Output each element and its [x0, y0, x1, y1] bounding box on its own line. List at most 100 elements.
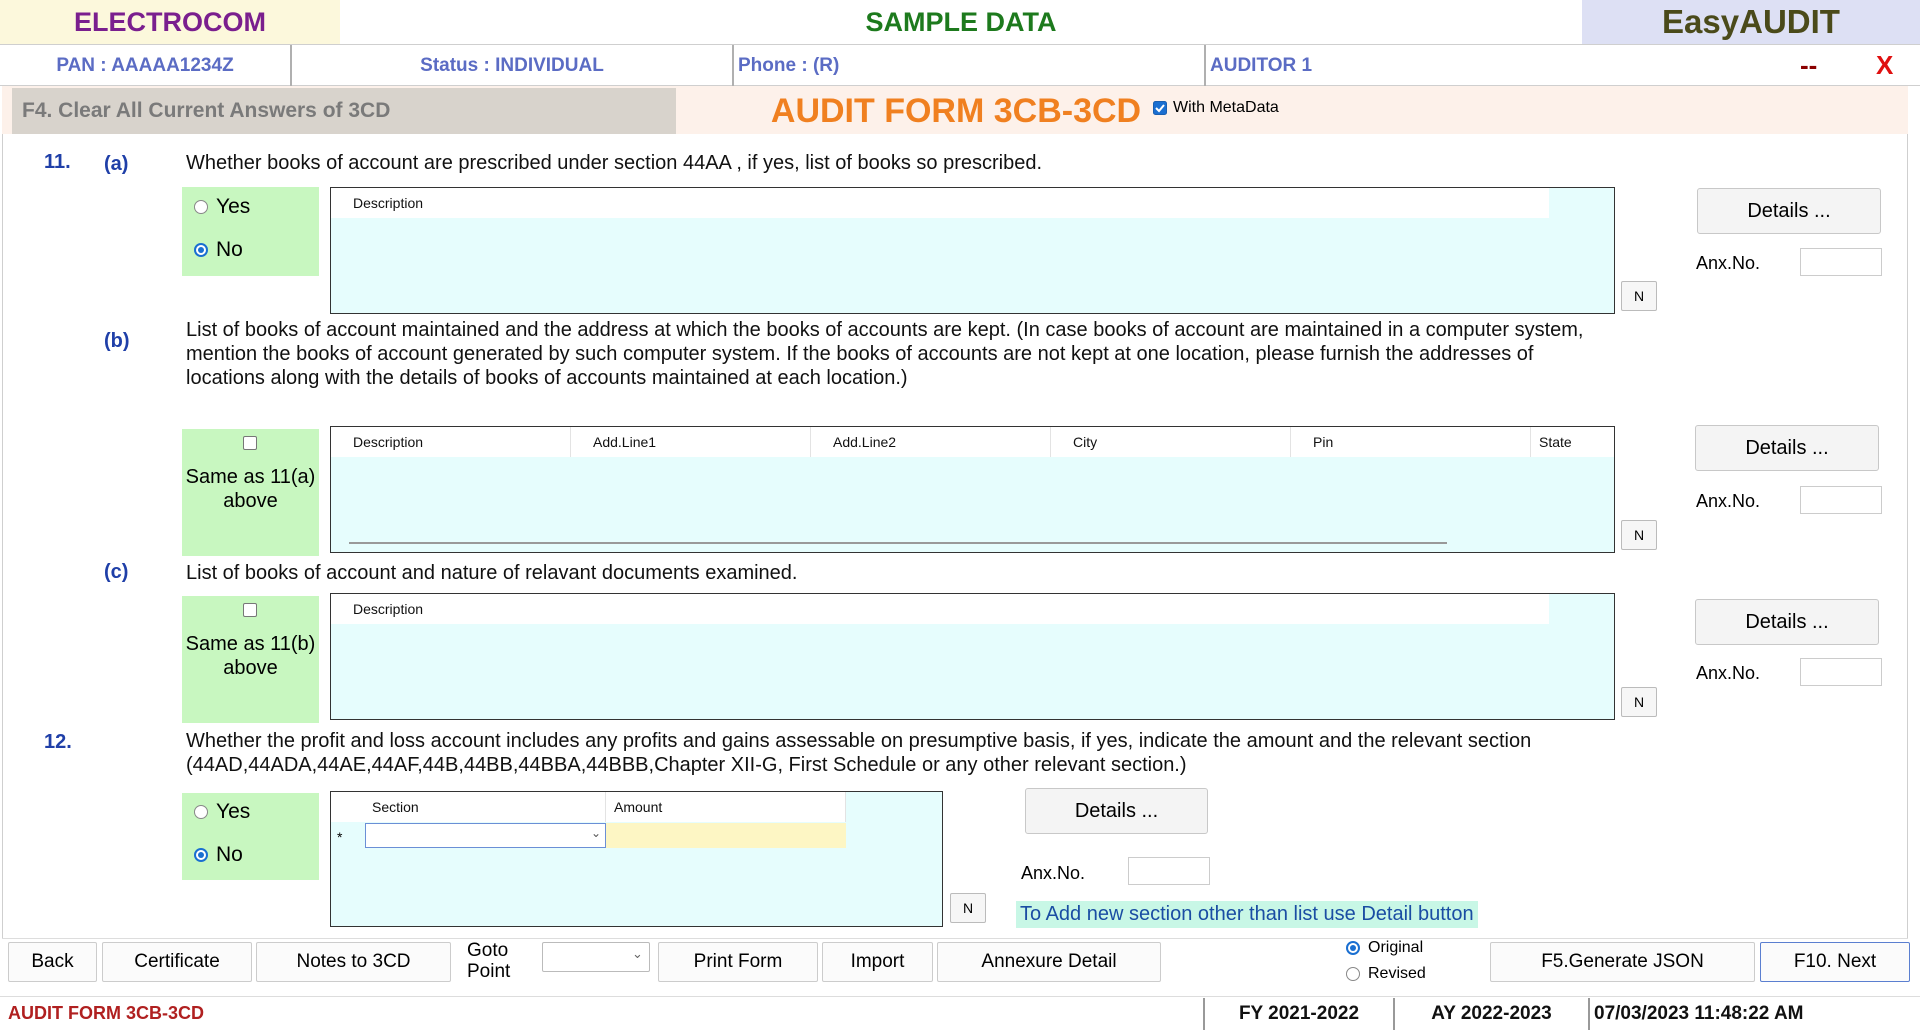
q11b-anx-label: Anx.No.	[1696, 491, 1761, 511]
minimize-button[interactable]: --	[1800, 44, 1817, 86]
q12-radio-panel: Yes No	[182, 793, 319, 880]
q11c-details-button[interactable]: Details ...	[1695, 599, 1879, 645]
q11b-same-checkbox[interactable]	[243, 436, 257, 450]
q12-no-label: No	[216, 843, 243, 866]
status-form-name: AUDIT FORM 3CB-3CD	[8, 1003, 204, 1023]
column-header: Amount	[606, 792, 846, 822]
radio-off-icon	[194, 805, 208, 819]
amount-input[interactable]	[606, 823, 846, 848]
question-number-11: 11.	[44, 151, 71, 173]
grid-header: Description Add.Line1 Add.Line2 City Pin…	[331, 427, 1614, 457]
q11b-anx-input[interactable]	[1800, 486, 1882, 514]
close-button[interactable]: X	[1876, 44, 1893, 86]
q11a-anx-input[interactable]	[1800, 248, 1882, 276]
q11c-same-label: Same as 11(b) above	[185, 633, 316, 679]
question-11c-text: List of books of account and nature of r…	[186, 562, 798, 584]
q11b-same-label: Same as 11(a) above	[185, 466, 316, 512]
question-11a-label: (a)	[104, 153, 129, 175]
sample-data-label: SAMPLE DATA	[340, 0, 1582, 44]
column-header: Add.Line2	[811, 427, 1051, 457]
certificate-button[interactable]: Certificate	[102, 942, 252, 982]
column-header: Add.Line1	[571, 427, 811, 457]
clear-answers-button[interactable]: F4. Clear All Current Answers of 3CD	[12, 88, 676, 134]
q11c-n-button[interactable]: N	[1621, 687, 1657, 717]
q11c-grid[interactable]: Description	[330, 593, 1615, 720]
chevron-down-icon: ⌄	[632, 946, 643, 961]
q12-anx-label: Anx.No.	[1021, 863, 1086, 883]
section-select[interactable]: ⌄	[365, 823, 606, 848]
annexure-detail-button[interactable]: Annexure Detail	[937, 942, 1161, 982]
status-datetime: 07/03/2023 11:48:22 AM	[1588, 998, 1913, 1030]
question-12-text: Whether the profit and loss account incl…	[186, 730, 1532, 776]
status-fy: FY 2021-2022	[1203, 998, 1393, 1030]
grid-header: Description	[331, 188, 1549, 218]
q12-grid[interactable]: Section Amount * ⌄	[330, 791, 943, 927]
goto-point-label: Goto Point	[467, 940, 511, 982]
question-11b-label: (b)	[104, 330, 130, 352]
original-label: Original	[1368, 939, 1424, 956]
radio-off-icon	[1346, 967, 1360, 981]
q11b-same-panel: Same as 11(a) above	[182, 429, 319, 556]
chevron-down-icon: ⌄	[590, 826, 601, 840]
radio-on-icon	[194, 848, 208, 862]
column-header: State	[1539, 434, 1572, 450]
metadata-label: With MetaData	[1173, 99, 1279, 116]
next-button[interactable]: F10. Next	[1760, 942, 1910, 982]
q12-anx-input[interactable]	[1128, 857, 1210, 885]
q11a-no-label: No	[216, 238, 243, 261]
q11c-same-checkbox[interactable]	[243, 603, 257, 617]
q11a-details-button[interactable]: Details ...	[1697, 188, 1881, 234]
q11c-same-panel: Same as 11(b) above	[182, 596, 319, 723]
column-header: Description	[331, 427, 571, 457]
q11a-n-button[interactable]: N	[1621, 281, 1657, 311]
radio-on-icon	[194, 243, 208, 257]
status-ay: AY 2022-2023	[1393, 998, 1588, 1030]
q12-n-button[interactable]: N	[950, 893, 986, 923]
import-button[interactable]: Import	[822, 942, 933, 982]
column-header: Description	[353, 195, 424, 211]
grid-header: Section Amount	[331, 792, 846, 822]
brand-label: ELECTROCOM	[0, 0, 340, 44]
q12-yes-label: Yes	[216, 800, 251, 823]
q12-details-button[interactable]: Details ...	[1025, 788, 1208, 834]
q11c-anx-label: Anx.No.	[1696, 663, 1761, 683]
q11b-details-button[interactable]: Details ...	[1695, 425, 1879, 471]
column-header: City	[1051, 427, 1291, 457]
question-number-12: 12.	[44, 731, 72, 753]
horizontal-scrollbar[interactable]	[349, 542, 1447, 544]
revised-radio[interactable]: Revised	[1346, 965, 1426, 983]
new-row-marker: *	[337, 829, 343, 845]
q11a-no-radio[interactable]: No	[194, 238, 243, 262]
metadata-checkbox[interactable]	[1153, 101, 1167, 115]
q12-yes-radio[interactable]: Yes	[194, 800, 250, 824]
status-field: Status : INDIVIDUAL	[292, 45, 734, 86]
q11a-yes-radio[interactable]: Yes	[194, 195, 250, 219]
product-name: EasyAUDIT	[1582, 0, 1920, 44]
grid-header: Description	[331, 594, 1549, 624]
original-radio[interactable]: Original	[1346, 939, 1423, 957]
column-header: Pin	[1291, 427, 1531, 457]
q11a-anx-label: Anx.No.	[1696, 253, 1761, 273]
radio-on-icon	[1346, 941, 1360, 955]
radio-off-icon	[194, 200, 208, 214]
client-info-bar: PAN : AAAAA1234Z Status : INDIVIDUAL Pho…	[0, 44, 1920, 86]
back-button[interactable]: Back	[8, 942, 97, 982]
notes-button[interactable]: Notes to 3CD	[256, 942, 451, 982]
question-11a-text: Whether books of account are prescribed …	[186, 152, 1043, 174]
phone-field: Phone : (R)	[734, 45, 1206, 86]
generate-json-button[interactable]: F5.Generate JSON	[1490, 942, 1755, 982]
q11b-n-button[interactable]: N	[1621, 520, 1657, 550]
column-header: Section	[331, 792, 606, 822]
add-section-hint: To Add new section other than list use D…	[1016, 901, 1478, 928]
q11b-grid[interactable]: Description Add.Line1 Add.Line2 City Pin…	[330, 426, 1615, 553]
question-11c-label: (c)	[104, 561, 129, 583]
q11a-yes-label: Yes	[216, 195, 251, 218]
q12-no-radio[interactable]: No	[194, 843, 243, 867]
q11a-grid[interactable]: Description	[330, 187, 1615, 314]
q11a-radio-panel: Yes No	[182, 187, 319, 276]
print-form-button[interactable]: Print Form	[658, 942, 818, 982]
column-header: Description	[353, 601, 424, 617]
q11c-anx-input[interactable]	[1800, 658, 1882, 686]
question-11b-text: List of books of account maintained and …	[186, 319, 1584, 389]
revised-label: Revised	[1368, 965, 1426, 982]
